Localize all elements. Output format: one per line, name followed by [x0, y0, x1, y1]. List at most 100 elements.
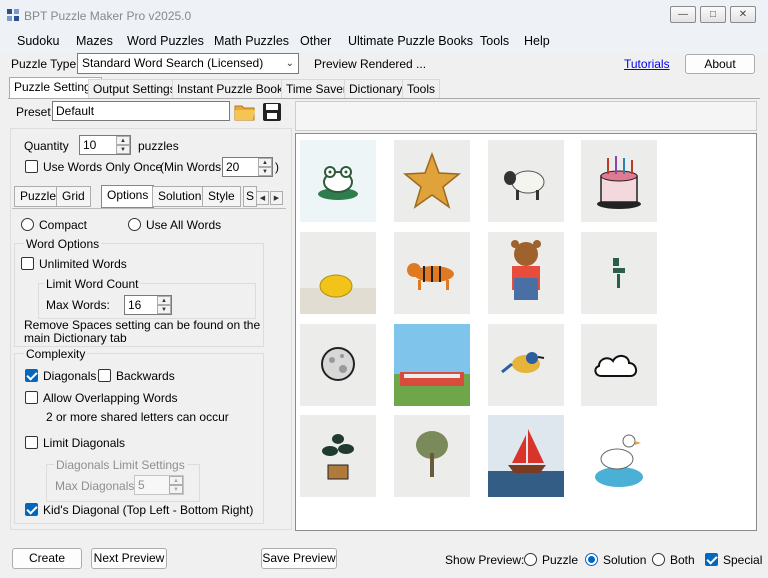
folder-icon[interactable] — [234, 102, 256, 122]
min-words-close: ) — [275, 160, 279, 174]
kids-diagonal-checkbox[interactable] — [25, 503, 38, 516]
lemon-icon — [300, 232, 376, 314]
chevron-down-icon: ⌄ — [285, 58, 294, 69]
subtab-scroll-left-button[interactable]: ◀ — [256, 191, 269, 205]
allow-overlapping-checkbox[interactable] — [25, 391, 38, 404]
quantity-unit: puzzles — [138, 139, 179, 153]
frog-icon — [300, 140, 376, 222]
use-words-once-label: Use Words Only Once — [43, 160, 163, 174]
backwards-label: Backwards — [116, 369, 175, 383]
subtab-puzzle[interactable]: Puzzle — [14, 186, 63, 207]
subtab-options[interactable]: Options — [101, 185, 155, 208]
special-checkbox[interactable] — [705, 553, 718, 566]
preview-both-radio[interactable] — [652, 553, 665, 566]
moon-icon — [300, 324, 376, 406]
about-button[interactable]: About — [685, 54, 755, 74]
max-words-up-button[interactable]: ▲ — [157, 296, 171, 305]
menu-sudoku[interactable]: Sudoku — [17, 31, 59, 51]
preview-puzzle-label: Puzzle — [542, 553, 579, 567]
preset-input[interactable]: Default — [52, 101, 230, 121]
kids-diagonal-label: Kid's Diagonal (Top Left - Bottom Right) — [43, 503, 254, 517]
use-all-words-radio[interactable] — [128, 218, 141, 231]
plant-icon — [300, 415, 376, 497]
chair-icon — [581, 232, 657, 314]
unlimited-words-label: Unlimited Words — [39, 257, 127, 271]
menu-other[interactable]: Other — [300, 31, 331, 51]
menu-mazes[interactable]: Mazes — [76, 31, 113, 51]
tab-dictionary[interactable]: Dictionary — [344, 79, 408, 98]
preview-header — [295, 101, 757, 131]
cloud-icon — [581, 324, 657, 406]
quantity-up-button[interactable]: ▲ — [116, 136, 130, 145]
min-words-down-button[interactable]: ▼ — [258, 167, 272, 176]
tab-instant-puzzle-books[interactable]: Instant Puzzle Books — [172, 79, 295, 98]
preview-both-label: Both — [670, 553, 695, 567]
puzzle-type-label: Puzzle Type — [11, 57, 77, 71]
menu-tools[interactable]: Tools — [480, 31, 509, 51]
remove-spaces-note: Remove Spaces setting can be found on th… — [24, 318, 261, 345]
bird-icon — [488, 324, 564, 406]
preview-puzzle-radio[interactable] — [524, 553, 537, 566]
tab-tools[interactable]: Tools — [402, 79, 441, 98]
tree-icon — [394, 415, 470, 497]
maximize-button[interactable]: □ — [700, 6, 726, 23]
subtab-style[interactable]: Style — [202, 186, 241, 207]
cake-icon — [581, 140, 657, 222]
menu-help[interactable]: Help — [524, 31, 550, 51]
menu-word-puzzles[interactable]: Word Puzzles — [127, 31, 204, 51]
max-words-down-button[interactable]: ▼ — [157, 305, 171, 314]
minimize-button[interactable]: — — [670, 6, 696, 23]
tutorials-link[interactable]: Tutorials — [624, 57, 670, 71]
diagonals-limit-title: Diagonals Limit Settings — [54, 458, 187, 472]
unlimited-words-checkbox[interactable] — [21, 257, 34, 270]
subtab-grid[interactable]: Grid — [56, 186, 91, 207]
limit-diagonals-label: Limit Diagonals — [43, 436, 126, 450]
sheep-icon — [488, 140, 564, 222]
bear-icon — [488, 232, 564, 314]
limit-diagonals-checkbox[interactable] — [25, 436, 38, 449]
tab-divider — [8, 98, 760, 99]
create-button[interactable]: Create — [12, 548, 82, 569]
preview-solution-radio[interactable] — [585, 553, 598, 566]
preview-solution-label: Solution — [603, 553, 647, 567]
quantity-label: Quantity — [24, 139, 69, 153]
sailboat-icon — [488, 415, 564, 497]
subtab-solution[interactable]: Solution — [152, 186, 208, 207]
min-words-label: (Min Words: — [160, 160, 225, 174]
max-diagonals-up-button[interactable]: ▲ — [169, 476, 183, 485]
overlap-note: 2 or more shared letters can occur — [46, 410, 229, 424]
train-icon — [394, 324, 470, 406]
quantity-down-button[interactable]: ▼ — [116, 145, 130, 154]
compact-radio[interactable] — [21, 218, 34, 231]
use-all-words-label: Use All Words — [146, 218, 222, 232]
next-preview-button[interactable]: Next Preview — [91, 548, 167, 569]
min-words-up-button[interactable]: ▲ — [258, 158, 272, 167]
backwards-checkbox[interactable] — [98, 369, 111, 382]
star-icon — [394, 140, 470, 222]
close-button[interactable]: ✕ — [730, 6, 756, 23]
duck-icon — [581, 415, 657, 497]
tab-output-settings[interactable]: Output Settings — [88, 79, 181, 98]
menu-ultimate-puzzle-books[interactable]: Ultimate Puzzle Books — [348, 31, 473, 51]
preset-label: Preset — [16, 105, 51, 119]
puzzle-type-select[interactable]: Standard Word Search (Licensed) ⌄ — [77, 53, 299, 74]
window-title: BPT Puzzle Maker Pro v2025.0 — [24, 9, 192, 23]
tab-time-saver[interactable]: Time Saver — [281, 79, 352, 98]
max-diagonals-down-button[interactable]: ▼ — [169, 485, 183, 494]
complexity-title: Complexity — [24, 347, 88, 361]
preview-status: Preview Rendered ... — [314, 57, 427, 71]
app-icon — [7, 9, 19, 21]
special-label: Special — [723, 553, 763, 567]
subtab-scroll-right-button[interactable]: ▶ — [270, 191, 283, 205]
use-words-once-checkbox[interactable] — [25, 160, 38, 173]
save-icon[interactable] — [262, 102, 282, 122]
diagonals-checkbox[interactable] — [25, 369, 38, 382]
max-diagonals-label: Max Diagonals — [55, 479, 135, 493]
menu-math-puzzles[interactable]: Math Puzzles — [214, 31, 289, 51]
save-preview-button[interactable]: Save Preview — [261, 548, 337, 569]
limit-word-count-title: Limit Word Count — [44, 277, 141, 291]
subtab-more[interactable]: S — [243, 186, 258, 207]
puzzle-type-value: Standard Word Search (Licensed) — [82, 56, 264, 70]
compact-label: Compact — [39, 218, 88, 232]
max-words-label: Max Words: — [46, 298, 110, 312]
